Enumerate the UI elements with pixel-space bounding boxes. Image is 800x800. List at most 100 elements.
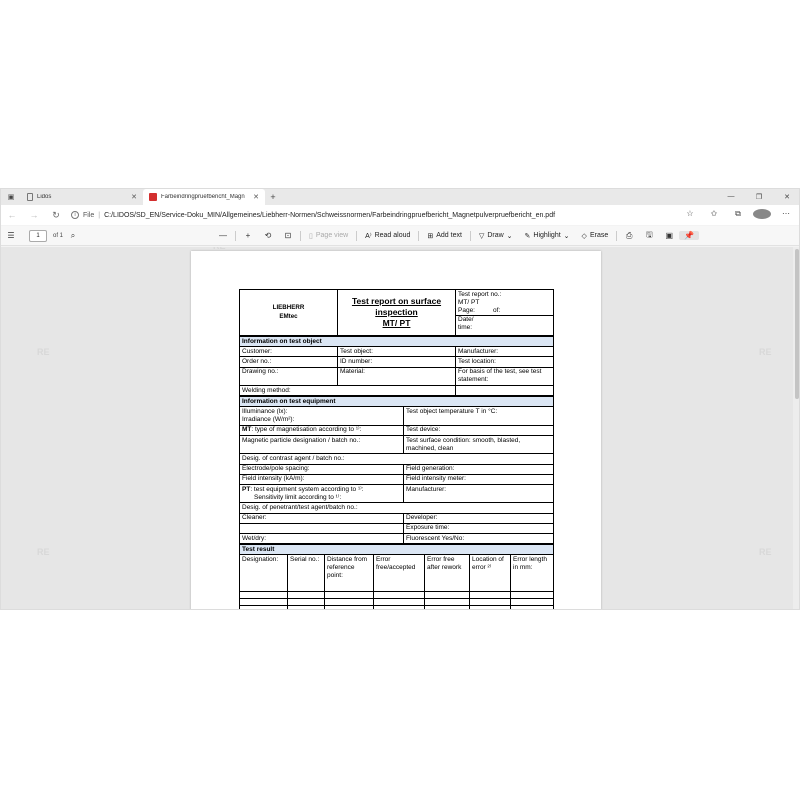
scrollbar-thumb[interactable] — [795, 249, 799, 399]
url-field[interactable]: i File | C:/LIDOS/SD_EN/Service-Doku_MIN… — [67, 208, 681, 222]
profile-avatar[interactable] — [753, 209, 771, 221]
add-text-icon: ⊞ — [427, 232, 434, 240]
address-bar: ← → ↻ i File | C:/LIDOS/SD_EN/Service-Do… — [1, 205, 799, 225]
test-object-section: Information on test object Customer: Tes… — [238, 335, 555, 397]
read-aloud-button[interactable]: A⁾ Read aloud — [359, 232, 416, 240]
irradiance-label: Irradiance (W/m²): — [242, 416, 295, 424]
fit-page-icon[interactable]: ⊡ — [278, 231, 298, 240]
back-icon[interactable]: ← — [1, 210, 23, 220]
new-tab-icon[interactable]: + — [265, 192, 281, 202]
add-favorite-icon[interactable]: ☆ — [681, 209, 699, 221]
object-temperature-field: Test object temperature T in °C: — [403, 406, 554, 426]
watermark: RE — [759, 347, 772, 357]
more-menu-icon[interactable]: ⋯ — [777, 209, 795, 221]
electrode-field: Electrode/pole spacing: — [239, 463, 404, 475]
date-cell: Date/ time: — [456, 315, 553, 332]
zoom-out-icon[interactable]: — — [213, 231, 233, 240]
page-number-input[interactable]: 1 — [29, 229, 47, 242]
field-intensity-field: Field intensity (kA/m): — [239, 473, 404, 486]
date-label: Date/ — [458, 316, 474, 324]
tab-pdf[interactable]: Farbeindringpruefbericht_Magn ✕ — [143, 189, 265, 205]
report-type: MT/ PT — [458, 298, 480, 306]
close-icon[interactable]: ✕ — [131, 193, 137, 201]
tab-lidos[interactable]: Lidos ✕ — [21, 189, 143, 205]
watermark: RE — [759, 547, 772, 557]
print-icon[interactable]: ⎙ — [619, 231, 639, 241]
logo-line: LIEBHERR — [272, 304, 305, 312]
pdf-icon — [149, 193, 157, 201]
table-row — [239, 605, 555, 609]
mt-type-label: : type of magnetisation according to ¹⁾: — [251, 426, 362, 434]
column-header: Distance from reference point: — [324, 554, 374, 593]
save-icon[interactable]: 🖫 — [639, 229, 659, 243]
section-header: Information on test object — [238, 335, 555, 348]
test-result-section: Test result Designation: Serial no.: Dis… — [238, 544, 555, 609]
manufacturer-field: Manufacturer: — [454, 346, 555, 358]
chevron-down-icon[interactable]: ⌄ — [507, 232, 513, 240]
watermark: RE — [37, 547, 50, 557]
column-header: Serial no.: — [287, 554, 325, 593]
vertical-scrollbar[interactable] — [793, 247, 799, 609]
pdf-page: LIEBHERR EMtec Test report on surface in… — [191, 251, 601, 609]
restore-icon[interactable]: ❐ — [745, 193, 773, 201]
url-separator: | — [98, 211, 101, 219]
read-aloud-icon: A⁾ — [365, 232, 372, 240]
minimize-icon[interactable]: — — [717, 193, 745, 201]
title-line: MT/ PT — [382, 318, 411, 328]
form-header: LIEBHERR EMtec Test report on surface in… — [239, 289, 554, 336]
favorites-icon[interactable]: ✩ — [705, 209, 723, 221]
zoom-in-icon[interactable]: + — [238, 231, 258, 240]
of-label: of: — [493, 306, 501, 314]
result-header-row: Designation: Serial no.: Distance from r… — [239, 554, 555, 593]
close-window-icon[interactable]: ✕ — [773, 193, 799, 201]
page-view-button[interactable]: ▯ Page view — [303, 232, 354, 240]
info-icon[interactable]: i — [71, 211, 79, 219]
field-generation-field: Field generation: — [403, 463, 554, 475]
column-header: Error free/accepted — [373, 554, 425, 593]
drawing-no-field: Drawing no.: — [239, 366, 338, 387]
erase-button[interactable]: ◇ Erase — [576, 232, 615, 240]
draw-icon: ▽ — [478, 232, 485, 240]
refresh-icon[interactable]: ↻ — [45, 210, 67, 221]
material-field: Material: — [337, 366, 456, 387]
test-equipment-section: Information on test equipment Illuminanc… — [239, 396, 554, 545]
tab-actions-icon[interactable]: ▣ — [1, 189, 21, 205]
forward-icon[interactable]: → — [23, 210, 45, 220]
section-header: Test result — [238, 544, 555, 556]
collections-icon[interactable]: ⧉ — [729, 209, 747, 221]
draw-label: Draw — [487, 232, 504, 239]
table-row — [239, 591, 555, 600]
test-device-field: Test device: — [403, 424, 554, 437]
draw-button[interactable]: ▽ Draw ⌄ — [473, 232, 519, 240]
developer-field: Developer: — [403, 512, 554, 524]
pdf-toolbar: ☰ 1 of 1 ⌕ — + ⟲ ⊡ ▯ Page view A⁾ Read alo… — [1, 226, 799, 246]
basis-line: For basis of the test, see test — [458, 368, 542, 376]
section-header: Information on test equipment — [239, 396, 554, 408]
welding-method-field: Welding method: — [239, 385, 456, 397]
wet-dry-field: Wet/dry: — [239, 533, 404, 545]
chevron-down-icon[interactable]: ⌄ — [564, 232, 570, 240]
pin-icon[interactable]: 📌 — [679, 231, 700, 240]
eraser-icon: ◇ — [581, 232, 587, 240]
save-as-icon[interactable]: ▣ — [659, 231, 679, 240]
page-label: Page: — [458, 306, 475, 314]
rotate-icon[interactable]: ⟲ — [258, 231, 278, 240]
browser-window: ▣ Lidos ✕ Farbeindringpruefbericht_Magn … — [0, 188, 800, 610]
title-line: inspection — [375, 307, 418, 317]
column-header: Location of error ²⁾ — [469, 554, 511, 593]
column-header: Error free after rework — [424, 554, 470, 593]
page-view-icon: ▯ — [309, 232, 313, 240]
watermark: RE — [37, 347, 50, 357]
search-icon[interactable]: ⌕ — [63, 231, 83, 241]
close-icon[interactable]: ✕ — [253, 193, 259, 201]
url-scheme: File — [83, 211, 95, 219]
pdf-viewer: RE RE RE RE RE RE RE RE RE LIEBHERR EMte… — [1, 247, 799, 609]
add-text-button[interactable]: ⊞ Add text — [421, 232, 468, 240]
id-number-field: ID number: — [337, 356, 456, 368]
contents-icon[interactable]: ☰ — [1, 231, 21, 240]
field-meter-field: Field intensity meter: — [403, 473, 554, 486]
illuminance-label: Illuminance (lx): — [242, 407, 288, 415]
illuminance-field: Illuminance (lx): Irradiance (W/m²): — [239, 406, 404, 426]
highlight-button[interactable]: ✎ Highlight ⌄ — [519, 232, 576, 240]
add-text-label: Add text — [436, 232, 462, 239]
